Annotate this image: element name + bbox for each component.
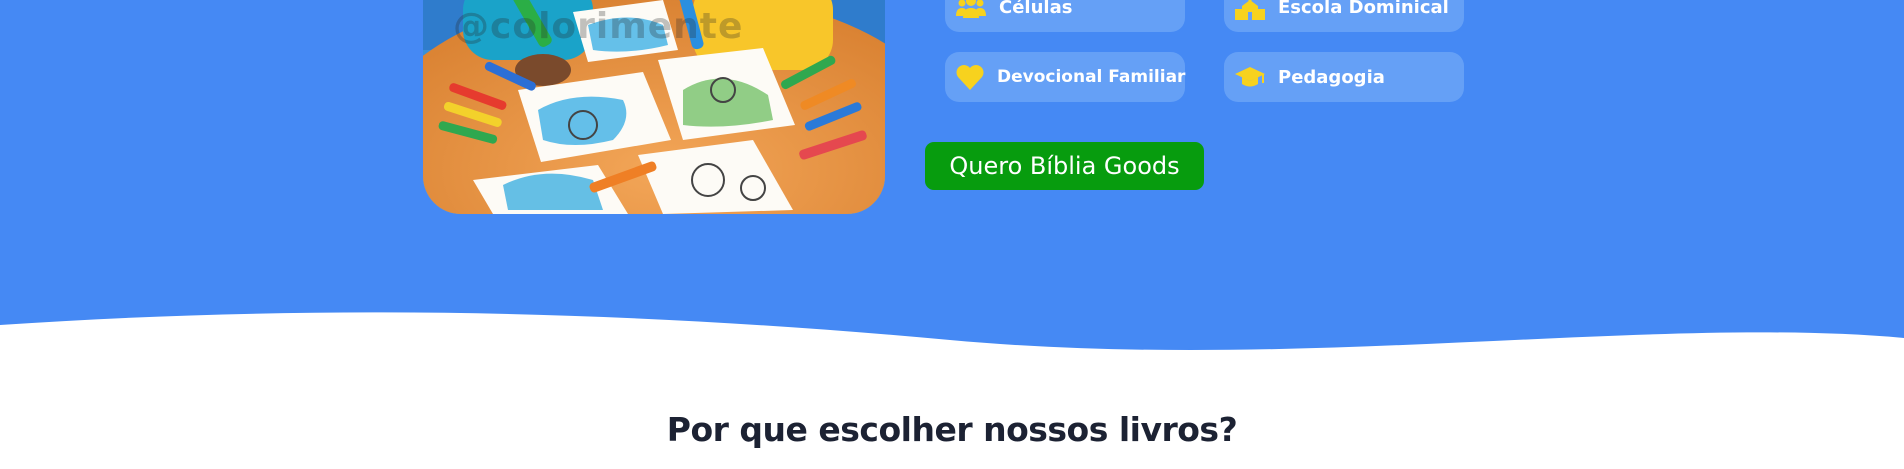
audience-label: Células [999,0,1073,18]
buy-cta-button[interactable]: Quero Bíblia Goods [925,142,1204,190]
audience-label: Pedagogia [1278,66,1385,88]
audience-label: Escola Dominical [1278,0,1449,18]
audience-chip-pedagogia: Pedagogia [1224,52,1464,102]
wave-divider [0,312,1904,360]
features-section-title: Por que escolher nossos livros? [666,410,1238,449]
graduation-cap-icon [1234,61,1266,93]
hero-section: @colorimente Células Escola Dominical De… [0,0,1904,360]
people-group-icon [955,0,987,23]
audience-chip-devocional-familiar: Devocional Familiar [945,52,1185,102]
audience-chip-celulas: Células [945,0,1185,32]
image-watermark: @colorimente [453,6,744,47]
audience-chip-escola-dominical: Escola Dominical [1224,0,1464,32]
heart-icon [955,61,985,93]
audience-label: Devocional Familiar [997,67,1186,87]
children-coloring-image: @colorimente [423,0,885,214]
church-icon [1234,0,1266,23]
